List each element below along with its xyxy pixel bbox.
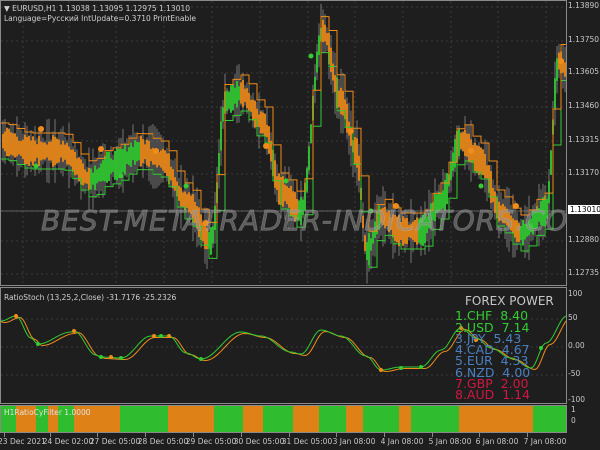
signal-dot — [348, 128, 354, 134]
signal-dot — [308, 53, 314, 59]
collapse-triangle-icon[interactable]: ▼ — [4, 4, 12, 13]
cross-dot — [159, 334, 163, 338]
ratio-cy-filter-subwindow[interactable]: H1RatioCyFilter 1.0000 — [0, 405, 567, 433]
filter-tick-label: 1 — [571, 405, 576, 414]
forex-power-panel: FOREX POWER 1.CHF 8.40 2.USD 7.14 3.JPY 5.… — [455, 294, 554, 403]
forex-power-title: FOREX POWER — [465, 294, 554, 308]
price-plot — [1, 1, 566, 285]
cross-dot — [109, 355, 113, 359]
time-tick-label: 4 Jan 08:00 — [380, 437, 424, 446]
signal-dot — [38, 126, 44, 132]
symbol-info: ▼ EURUSD,H1 1.13038 1.13095 1.12975 1.13… — [4, 4, 190, 13]
indicator-params: Language=Русский IntUpdate=0.3710 PrintE… — [4, 14, 196, 23]
cross-dot — [72, 329, 76, 333]
signal-dot — [468, 148, 474, 154]
time-tick-label: 28 Dec 05:00 — [137, 437, 189, 446]
time-tick-label: 24 Dec 02:00 — [42, 437, 94, 446]
main-price-chart[interactable]: BEST-METATRADER-INDICATORS.COM ▼ EURUSD,… — [0, 0, 567, 286]
signal-dot — [153, 148, 159, 154]
filter-segment — [346, 406, 363, 432]
price-tick-label: 1.13460 — [568, 101, 600, 110]
filter-segment — [263, 406, 293, 432]
cross-dot — [119, 356, 123, 360]
oscillator-tick-label: 100 — [568, 289, 583, 298]
signal-dot — [283, 178, 289, 184]
cross-dot — [152, 334, 156, 338]
oscillator-tick-label: 0.00 — [568, 341, 585, 350]
current-price-label: 1.13010 — [568, 205, 600, 214]
oscillator-tick-label: 50 — [568, 313, 578, 322]
time-tick-label: 6 Jan 08:00 — [475, 437, 519, 446]
cross-dot — [99, 355, 103, 359]
signal-dot — [98, 146, 104, 152]
filter-segment — [533, 406, 566, 432]
forex-power-row: 8.AUD 1.14 — [455, 387, 531, 403]
cross-dot — [36, 342, 40, 346]
oscillator-tick-label: -50 — [568, 369, 581, 378]
price-tick-label: 1.13750 — [568, 35, 600, 44]
cross-dot — [399, 366, 403, 370]
signal-dot — [478, 183, 484, 189]
mt4-chart-window: BEST-METATRADER-INDICATORS.COM ▼ EURUSD,… — [0, 0, 600, 450]
cross-dot — [167, 334, 171, 338]
resistance-step-line — [1, 16, 566, 232]
watermark: BEST-METATRADER-INDICATORS.COM — [41, 204, 567, 238]
time-tick-label: 3 Jan 08:00 — [332, 437, 376, 446]
signal-dot — [118, 173, 124, 179]
time-tick-label: 23 Dec 2021 — [0, 437, 46, 446]
time-tick-label: 7 Jan 08:00 — [523, 437, 567, 446]
signal-dot — [183, 183, 189, 189]
oscillator-label: RatioStoch (13,25,2,Close) -31.7176 -25.… — [4, 293, 177, 302]
cross-dot — [14, 314, 18, 318]
filter-label: H1RatioCyFilter 1.0000 — [4, 408, 91, 417]
price-tick-label: 1.13605 — [568, 67, 600, 76]
price-tick-label: 1.12735 — [568, 268, 600, 277]
cross-dot — [379, 368, 383, 372]
filter-segment — [459, 406, 533, 432]
time-tick-label: 30 Dec 05:00 — [233, 437, 285, 446]
signal-dot — [263, 143, 269, 149]
filter-segment — [214, 406, 243, 432]
oscillator-tick-label: -100 — [568, 395, 586, 404]
price-tick-label: 1.13170 — [568, 168, 600, 177]
time-tick-label: 29 Dec 05:00 — [185, 437, 237, 446]
cross-dot — [199, 357, 203, 361]
price-tick-label: 1.12880 — [568, 235, 600, 244]
time-tick-label: 27 Dec 05:00 — [89, 437, 141, 446]
time-tick-label: 5 Jan 08:00 — [428, 437, 472, 446]
price-tick-label: 1.13315 — [568, 135, 600, 144]
signal-dot — [558, 58, 564, 64]
filter-tick-label: 0 — [571, 416, 576, 425]
cross-dot — [419, 365, 423, 369]
signal-dot — [33, 163, 39, 169]
time-tick-label: 31 Dec 05:00 — [281, 437, 333, 446]
price-tick-label: 1.13890 — [568, 1, 600, 10]
symbol-info-text: EURUSD,H1 1.13038 1.13095 1.12975 1.1301… — [12, 4, 191, 13]
